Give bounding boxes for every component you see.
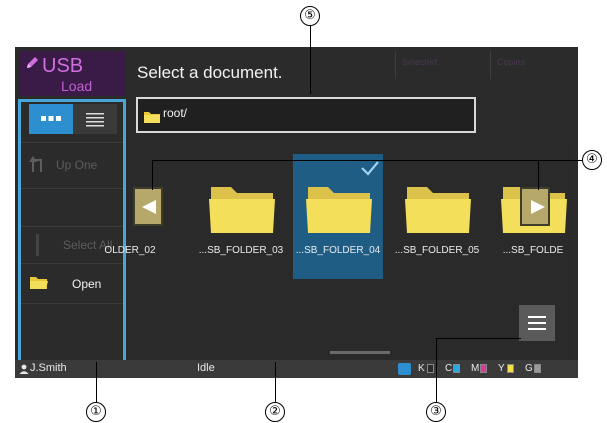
leader-4-right-drop	[538, 160, 540, 190]
panel-divider	[21, 303, 123, 304]
folder-icon	[144, 112, 160, 123]
folder-name: ...SB_FOLDER_03	[198, 245, 284, 256]
open-label: Open	[72, 277, 102, 291]
menu-icon	[528, 328, 546, 330]
up-arrow-icon	[29, 156, 42, 172]
panel-divider	[21, 142, 123, 143]
left-arrow-icon	[142, 200, 156, 214]
machine-status: Idle	[197, 362, 215, 374]
menu-icon	[528, 316, 546, 318]
toner-label-y: Y	[498, 363, 505, 374]
copies-counter: Copies	[490, 51, 570, 79]
view-toggle	[29, 104, 117, 134]
toner-level-g	[534, 364, 541, 373]
folder-icon	[209, 187, 275, 233]
pencil-icon	[27, 57, 38, 68]
leader-4-horizontal	[152, 160, 582, 162]
user-icon	[19, 364, 29, 374]
folder-tile[interactable]: ...SB_FOLDER_03	[196, 154, 286, 279]
folder-icon	[405, 187, 471, 233]
folder-name: ...SB_FOLDE	[502, 245, 564, 256]
toner-level-y	[507, 364, 514, 373]
path-bar[interactable]: root/	[136, 97, 476, 133]
app-title: USB	[42, 55, 84, 77]
toner-level-c	[453, 364, 460, 373]
user-name: J.Smith	[30, 362, 67, 374]
checkmark-icon	[361, 161, 379, 176]
list-view-button[interactable]	[73, 104, 117, 134]
open-folder-icon	[30, 277, 48, 289]
status-bar: J.Smith Idle K C M Y G	[15, 360, 578, 378]
folder-name: OLDER_02	[104, 245, 156, 256]
toner-level-k	[427, 364, 434, 373]
path-text: root/	[163, 106, 188, 120]
folder-tile-selected[interactable]: ...SB_FOLDER_04	[293, 154, 383, 279]
toner-label-m: M	[471, 363, 480, 374]
right-arrow-icon	[531, 200, 545, 214]
app-subtitle: Load	[61, 78, 93, 94]
header-message: Select a document.	[137, 63, 283, 82]
callout-2: ②	[265, 402, 285, 422]
callout-1: ①	[86, 402, 106, 422]
leader-2	[275, 362, 277, 402]
callout-3: ③	[426, 402, 446, 422]
toner-label-g: G	[525, 363, 533, 374]
list-view-icon	[86, 113, 104, 127]
folder-icon	[306, 187, 372, 233]
folder-name: ...SB_FOLDER_04	[295, 245, 381, 256]
selected-label: Selected:	[402, 57, 440, 67]
app-badge-usb-load[interactable]: USB Load	[19, 51, 125, 96]
checkbox-icon	[36, 234, 39, 256]
callout-5: ⑤	[300, 6, 320, 26]
scroll-left-button[interactable]	[133, 187, 163, 226]
callout-4: ④	[582, 150, 602, 170]
selected-counter: Selected:	[395, 51, 490, 79]
grid-view-icon	[41, 116, 61, 121]
horizontal-scrollbar[interactable]	[330, 351, 390, 354]
grid-view-button[interactable]	[29, 104, 73, 134]
toner-label-k: K	[418, 363, 425, 374]
toner-status-icon	[398, 363, 411, 375]
leader-5	[310, 26, 312, 94]
toner-level-m	[480, 364, 487, 373]
scroll-right-button[interactable]	[520, 187, 550, 226]
menu-button[interactable]	[519, 305, 555, 341]
leader-4-left-drop	[152, 160, 154, 190]
device-screen: USB Load Select a document. Selected: Co…	[15, 47, 578, 378]
leader-3	[436, 338, 438, 402]
leader-3-elbow	[436, 338, 521, 340]
copies-label: Copies	[497, 57, 526, 67]
menu-icon	[528, 322, 546, 324]
file-grid: OLDER_02 ...SB_FOLDER_03 ...SB_FOLDER_04	[104, 137, 571, 360]
toner-label-c: C	[445, 363, 453, 374]
folder-name: ...SB_FOLDER_05	[394, 245, 480, 256]
leader-1	[96, 362, 98, 402]
folder-tile[interactable]: ...SB_FOLDER_05	[392, 154, 482, 279]
